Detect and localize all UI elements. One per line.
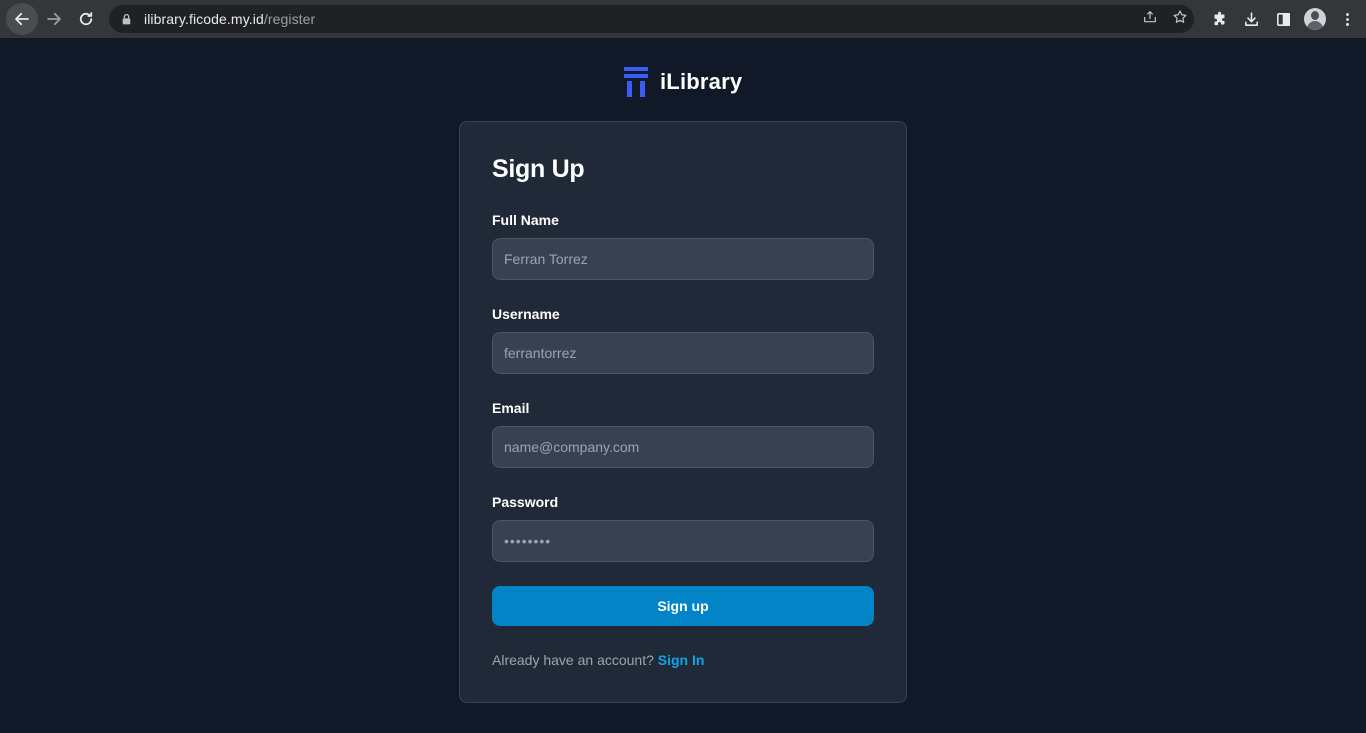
extensions-icon[interactable] [1208, 8, 1230, 30]
url-text: ilibrary.ficode.my.id/register [144, 11, 315, 27]
signup-card: Sign Up Full Name Ferran Torrez Username… [459, 121, 907, 703]
back-arrow-icon [15, 12, 29, 26]
more-menu-icon[interactable] [1336, 8, 1358, 30]
brand[interactable]: iLibrary [624, 67, 742, 97]
email-label: Email [492, 400, 530, 416]
sign-in-link[interactable]: Sign In [658, 652, 705, 668]
page-title: Sign Up [492, 155, 585, 183]
brand-name: iLibrary [660, 69, 743, 94]
address-bar[interactable]: ilibrary.ficode.my.id/register [109, 5, 1194, 33]
email-input[interactable]: name@company.com [492, 426, 874, 468]
sign-up-button[interactable]: Sign up [492, 586, 874, 626]
profile-avatar[interactable] [1304, 8, 1326, 30]
forward-button[interactable] [38, 3, 70, 35]
brand-logo-icon [624, 67, 648, 97]
star-icon[interactable] [1172, 9, 1188, 30]
signin-prompt: Already have an account? Sign In [492, 652, 704, 668]
full-name-input[interactable]: Ferran Torrez [492, 238, 874, 280]
url-host: ilibrary.ficode.my.id [144, 11, 264, 27]
lock-icon[interactable] [120, 12, 134, 26]
side-panel-icon[interactable] [1272, 8, 1294, 30]
password-label: Password [492, 494, 559, 510]
browser-toolbar: ilibrary.ficode.my.id/register [0, 0, 1366, 38]
full-name-label: Full Name [492, 212, 559, 228]
signin-prompt-text: Already have an account? [492, 652, 654, 668]
download-icon[interactable] [1240, 8, 1262, 30]
reload-button[interactable] [70, 3, 102, 35]
back-button[interactable] [6, 3, 38, 35]
username-input[interactable]: ferrantorrez [492, 332, 874, 374]
page-content: iLibrary Sign Up Full Name Ferran Torrez… [0, 38, 1366, 733]
reload-icon [79, 12, 93, 26]
url-path: /register [263, 11, 316, 27]
share-icon[interactable] [1142, 9, 1158, 30]
password-input[interactable]: •••••••• [492, 520, 874, 562]
forward-arrow-icon [47, 12, 61, 26]
username-label: Username [492, 306, 560, 322]
